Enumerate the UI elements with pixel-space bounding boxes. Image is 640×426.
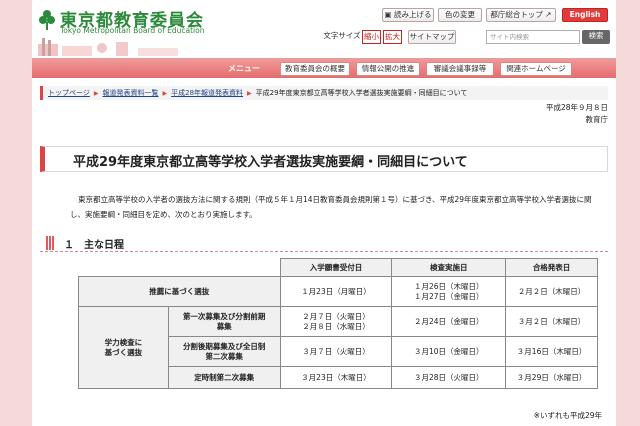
english-button[interactable]: English [562,8,608,22]
apply-date-2: ２月８日（水曜日） [302,321,370,331]
table-cell: ３月23日（木曜日） [279,366,393,389]
read-aloud-button[interactable]: ▣ 読み上げる [382,8,434,22]
subrow-label: 定時制第二次募集 [167,366,281,389]
subrow-label-line1: 第一次募集及び分割前期 [182,311,266,321]
page-title: 平成29年度東京都立高等学校入学者選抜実施要綱・同細目について [73,155,468,170]
table-cell: １月26日（木曜日） １月27日（金曜日） [391,276,507,307]
exam-date-1: １月26日（木曜日） [413,281,484,291]
search-input[interactable]: サイト内検索 [486,30,580,44]
section-number: １ [64,240,74,251]
row-label-suisen: 推薦に基づく選抜 [78,276,281,307]
header-illustration-icon [38,38,178,56]
nav-item-disclosure[interactable]: 情報公開の推進 [356,62,420,76]
table-cell: ３月10日（金曜日） [391,336,507,367]
table-corner [78,258,281,277]
breadcrumb: トップページ ▶ 報道発表資料一覧 ▶ 平成28年報道発表資料 ▶ 平成29年度東京都立高等… [40,86,608,100]
section-mark-icon [46,236,54,250]
table-cell: ３月28日（火曜日） [391,366,507,389]
table-cell: １月23日（月曜日） [279,276,393,307]
page: 東京都教育委員会 Tokyo Metropolitan Board of Edu… [32,0,616,426]
table-cell: ３月29日（水曜日） [505,366,598,389]
intro-paragraph: 東京都立高等学校の入学者の選抜方法に関する規則（平成５年１月14日教育委員会規則… [70,195,592,219]
table-cell: ３月16日（木曜日） [505,336,598,367]
site-header: 東京都教育委員会 Tokyo Metropolitan Board of Edu… [32,0,616,56]
metro-logo-icon[interactable] [38,8,56,30]
breadcrumb-link-press-h28[interactable]: 平成28年報道発表資料 [171,89,243,97]
breadcrumb-link-press-list[interactable]: 報道発表資料一覧 [103,89,159,97]
release-org: 教育庁 [585,115,609,124]
gakuryoku-label-line2: 基づく選抜 [104,347,143,357]
table-header: 入学願書受付日 [279,258,393,277]
nav-item-related-links[interactable]: 関連ホームページ [500,62,572,76]
subrow-label-line1: 分割後期募集及び全日制 [182,341,266,351]
color-change-button[interactable]: 色の変更 [438,8,482,22]
nav-menu-label: メニュー [228,64,260,73]
table-cell: ２月24日（金曜日） [391,306,507,337]
metro-top-button[interactable]: 都庁総合トップ ↗ [486,8,556,22]
breadcrumb-arrow-icon: ▶ [93,90,99,97]
subrow-label: 分割後期募集及び全日制 第二次募集 [167,336,281,367]
apply-date-1: ２月７日（火曜日） [302,311,370,321]
read-aloud-label: 読み上げる [393,10,432,19]
table-cell: ３月７日（火曜日） [279,336,393,367]
breadcrumb-arrow-icon: ▶ [162,90,168,97]
nav-item-overview[interactable]: 教育委員会の概要 [280,62,350,76]
subrow-label-line2: 募集 [216,321,232,331]
subrow-label-line2: 第二次募集 [205,351,243,361]
subrow-label: 第一次募集及び分割前期 募集 [167,306,281,337]
footnote: ※いずれも平成29年 [533,411,602,420]
section-heading: １ 主な日程 [40,236,608,252]
release-date: 平成28年９月８日 [545,103,608,112]
page-title-box: 平成29年度東京都立高等学校入学者選抜実施要綱・同細目について [40,146,608,172]
font-size-label: 文字サイズ [323,31,361,40]
search-button[interactable]: 検索 [582,30,610,44]
breadcrumb-arrow-icon: ▶ [247,90,252,97]
table-header: 合格発表日 [505,258,598,277]
main-nav: メニュー 教育委員会の概要 情報公開の推進 審議会議事録等 関連ホームページ [32,58,616,78]
table-row: 推薦に基づく選抜 １月23日（月曜日） １月26日（木曜日） １月27日（金曜日… [78,276,598,307]
table-cell: ２月７日（火曜日） ２月８日（水曜日） [279,306,393,337]
breadcrumb-current: 平成29年度東京都立高等学校入学者選抜実施要綱・同細目について [255,89,468,97]
nav-item-minutes[interactable]: 審議会議事録等 [426,62,494,76]
section-title: 主な日程 [84,240,124,251]
external-link-icon: ↗ [545,10,552,19]
table-row: 学力検査に 基づく選抜 第一次募集及び分割前期 募集 ２月７日（火曜日） ２月８… [78,306,598,389]
metro-top-label: 都庁総合トップ [490,10,543,19]
gakuryoku-label-line1: 学力検査に [104,337,143,347]
sitemap-button[interactable]: サイトマップ [408,30,456,44]
breadcrumb-link-top[interactable]: トップページ [48,89,90,97]
table-header-row: 入学願書受付日 検査実施日 合格発表日 [78,258,598,277]
font-small-button[interactable]: 縮小 [362,30,381,44]
exam-date-2: １月27日（金曜日） [413,291,484,301]
font-large-button[interactable]: 拡大 [383,30,402,44]
speaker-icon: ▣ [384,10,392,19]
schedule-table: 入学願書受付日 検査実施日 合格発表日 推薦に基づく選抜 １月23日（月曜日） … [78,258,598,389]
table-cell: ３月２日（木曜日） [505,306,598,337]
site-logo-subtitle: Tokyo Metropolitan Board of Education [60,26,205,35]
row-label-gakuryoku: 学力検査に 基づく選抜 [78,306,169,389]
table-cell: ２月２日（木曜日） [505,276,598,307]
table-header: 検査実施日 [391,258,507,277]
